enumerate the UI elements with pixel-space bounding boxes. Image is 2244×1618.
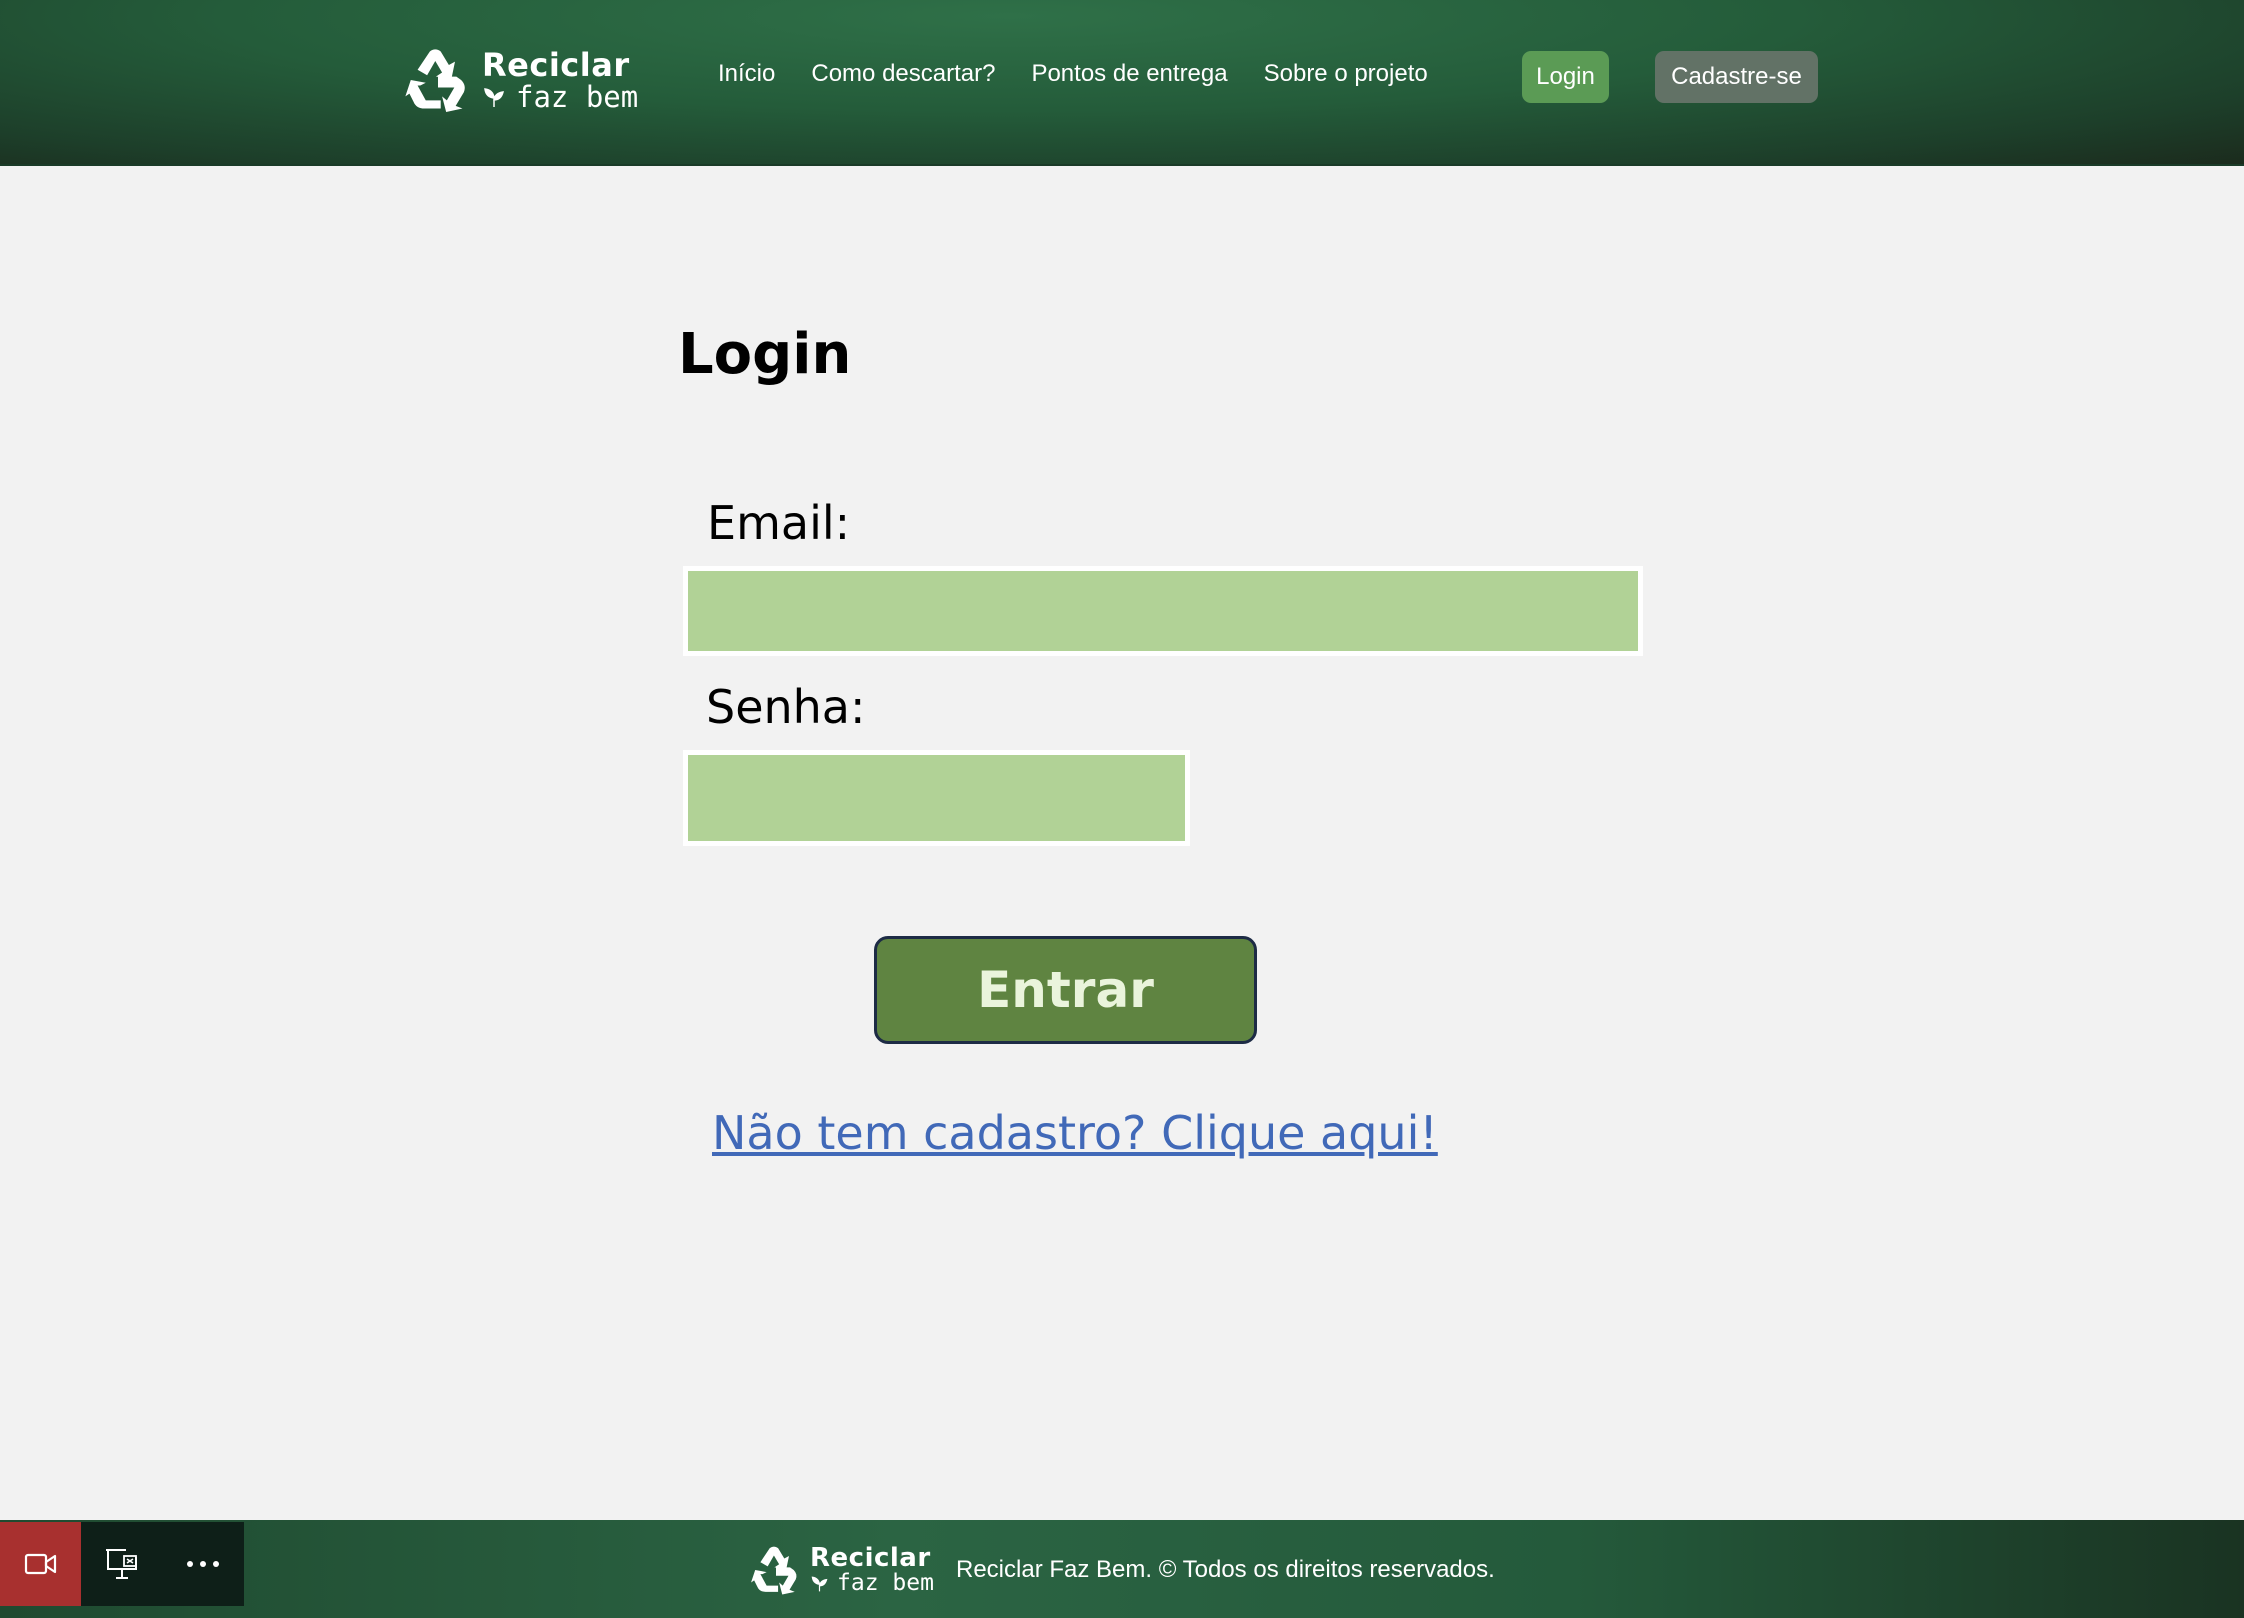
password-field[interactable]: [683, 750, 1190, 846]
nav-item-pontos-de-entrega[interactable]: Pontos de entrega: [1031, 60, 1227, 88]
screen-share-icon: [105, 1549, 137, 1579]
site-footer: Reciclar faz bem Reciclar Faz Bem. © Tod…: [0, 1520, 2244, 1618]
brand-name-line1: Reciclar: [482, 45, 630, 84]
camera-button[interactable]: [0, 1522, 81, 1606]
leaf-icon: [484, 88, 504, 107]
page-title: Login: [678, 322, 852, 387]
copyright-text: Reciclar Faz Bem. © Todos os direitos re…: [956, 1556, 1495, 1583]
footer-brand-line2: faz bem: [837, 1570, 934, 1596]
nav-item-sobre-o-projeto[interactable]: Sobre o projeto: [1264, 60, 1428, 88]
password-label: Senha:: [706, 680, 866, 734]
footer-brand-logo: Reciclar faz bem: [750, 1544, 934, 1596]
nav-item-como-descartar[interactable]: Como descartar?: [811, 60, 995, 88]
brand-name-line2: faz bem: [516, 79, 639, 114]
email-field[interactable]: [683, 566, 1643, 656]
brand-logo[interactable]: Reciclar faz bem: [404, 46, 638, 114]
login-nav-button[interactable]: Login: [1522, 51, 1609, 103]
leaf-icon: [811, 1576, 828, 1592]
signup-nav-button[interactable]: Cadastre-se: [1655, 51, 1818, 103]
camera-icon: [24, 1553, 56, 1575]
email-label: Email:: [707, 496, 851, 550]
main-nav: Início Como descartar? Pontos de entrega…: [718, 60, 1464, 88]
meeting-toolbar: [0, 1522, 244, 1606]
signup-link[interactable]: Não tem cadastro? Clique aqui!: [712, 1106, 1438, 1160]
nav-item-inicio[interactable]: Início: [718, 60, 775, 88]
site-header: Reciclar faz bem Início Como descartar? …: [0, 0, 2244, 166]
recycle-icon: [751, 1546, 797, 1595]
footer-brand-line1: Reciclar: [810, 1543, 931, 1573]
screen-share-button[interactable]: [81, 1522, 162, 1606]
more-icon: [186, 1561, 219, 1567]
recycle-icon: [405, 49, 465, 112]
more-options-button[interactable]: [162, 1522, 243, 1606]
enter-button[interactable]: Entrar: [874, 936, 1257, 1044]
